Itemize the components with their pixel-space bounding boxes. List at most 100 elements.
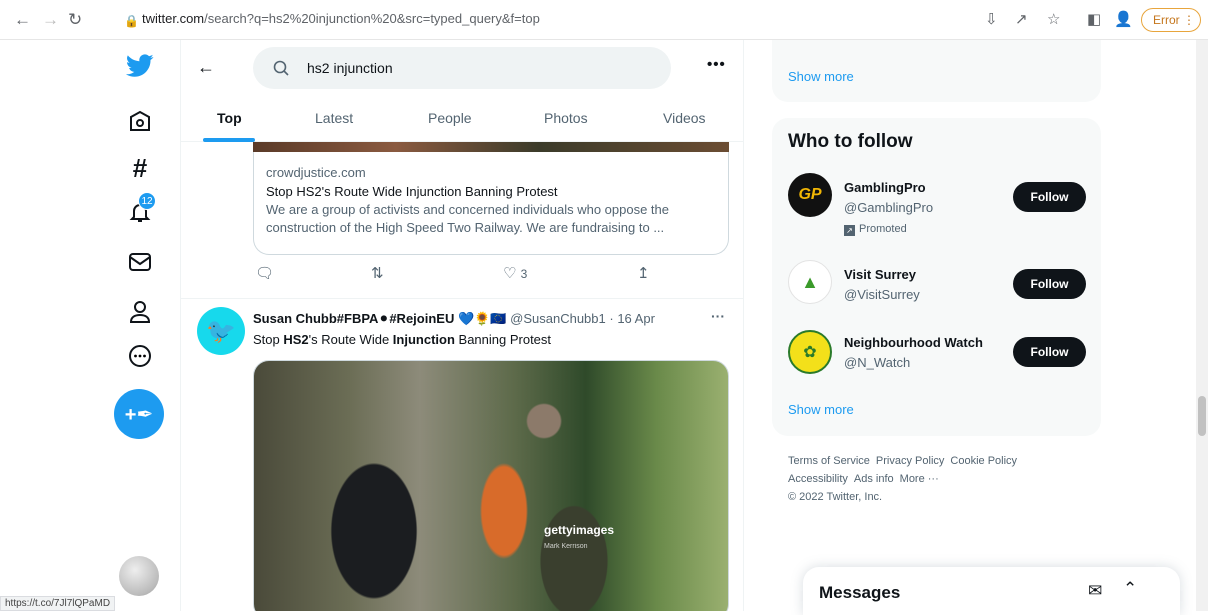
reload-icon[interactable]: ↻ xyxy=(68,10,82,30)
url-path: /search?q=hs2%20injunction%20&src=typed_… xyxy=(204,11,540,26)
divider xyxy=(181,298,743,299)
lock-icon[interactable]: 🔒 xyxy=(124,11,139,31)
card-title: Stop HS2's Route Wide Injunction Banning… xyxy=(266,184,558,199)
follow-button[interactable]: Follow xyxy=(1013,337,1086,367)
status-bar-link: https://t.co/7Jl7lQPaMD xyxy=(0,596,116,611)
account-avatar[interactable] xyxy=(119,556,159,596)
footer-link[interactable]: Cookie Policy xyxy=(950,455,1017,467)
tweet-text-highlight: HS2 xyxy=(283,332,309,347)
tweet-header: Susan Chubb#FBPA⚫#RejoinEU 💙🌻🇪🇺 @SusanCh… xyxy=(253,311,655,326)
more-circle-icon[interactable] xyxy=(122,338,158,374)
neighbourhood-watch-avatar[interactable]: ✿ xyxy=(788,330,832,374)
footer-link[interactable]: Accessibility xyxy=(788,473,848,485)
like-button[interactable]: ♡ 3 xyxy=(503,264,527,282)
heron-avatar-icon: 🐦 xyxy=(206,317,236,345)
back-arrow-icon[interactable]: ← xyxy=(197,57,215,77)
tweet-photo[interactable]: gettyimages Mark Kerrison xyxy=(253,360,729,611)
browser-toolbar: ← → ↻ 🔒 twitter.com/search?q=hs2%20injun… xyxy=(0,0,1208,40)
card-description: We are a group of activists and concerne… xyxy=(266,202,670,235)
account-name[interactable]: GamblingPro xyxy=(844,180,926,195)
feather-plus-icon: +✒ xyxy=(124,403,154,426)
search-icon xyxy=(273,60,289,76)
tab-people[interactable]: People xyxy=(428,110,472,126)
messages-drawer[interactable]: Messages ✉ ⌃ xyxy=(803,567,1180,615)
explore-icon[interactable] xyxy=(122,104,158,140)
photo-watermark: gettyimages Mark Kerrison xyxy=(544,523,614,551)
reply-icon[interactable]: 🗨 xyxy=(255,264,274,282)
trends-panel: Show more xyxy=(772,40,1101,102)
follow-button[interactable]: Follow xyxy=(1013,182,1086,212)
watermark-credit: Mark Kerrison xyxy=(544,543,588,550)
account-handle[interactable]: @N_Watch xyxy=(844,355,910,370)
account-name[interactable]: Visit Surrey xyxy=(844,267,916,282)
gamblingpro-avatar[interactable]: GP xyxy=(788,173,832,217)
account-name[interactable]: Neighbourhood Watch xyxy=(844,335,983,350)
account-handle[interactable]: @VisitSurrey xyxy=(844,287,920,302)
visitsurrey-avatar[interactable]: ▲ xyxy=(788,260,832,304)
visit-surrey-logo-icon: ▲ xyxy=(801,271,819,292)
promoted-text: Promoted xyxy=(859,223,907,235)
active-tab-indicator xyxy=(203,138,255,142)
watermark-text: gettyimages xyxy=(544,523,615,537)
install-icon[interactable]: ⇩ xyxy=(985,10,998,30)
link-card-image[interactable] xyxy=(253,142,729,152)
tweet-author-name[interactable]: Susan Chubb#FBPA⚫#RejoinEU 💙🌻🇪🇺 xyxy=(253,311,507,326)
follow-button[interactable]: Follow xyxy=(1013,269,1086,299)
messages-icon[interactable] xyxy=(122,244,158,280)
profile-nav-icon[interactable] xyxy=(122,294,158,330)
tweet-date[interactable]: 16 Apr xyxy=(617,311,655,326)
tweet-more-icon[interactable]: ··· xyxy=(711,308,725,324)
error-label: Error xyxy=(1153,13,1180,27)
retweet-icon[interactable]: ⇅ xyxy=(371,264,384,282)
scrollbar-thumb[interactable] xyxy=(1198,396,1206,436)
kebab-menu-icon: ⋮ xyxy=(1183,13,1196,27)
link-card[interactable]: crowdjustice.com Stop HS2's Route Wide I… xyxy=(253,152,729,255)
tweet-text-part: Banning Protest xyxy=(454,332,552,347)
promoted-icon: ↗ xyxy=(844,225,855,236)
footer-links: Terms of Service Privacy Policy Cookie Pol… xyxy=(788,452,1088,506)
neighbourhood-watch-logo-icon: ✿ xyxy=(803,344,817,361)
search-header: ← hs2 injunction ••• xyxy=(181,40,743,96)
messages-title: Messages xyxy=(819,583,901,602)
share-tweet-icon[interactable]: ↥ xyxy=(637,264,650,282)
bookmark-star-icon[interactable]: ☆ xyxy=(1047,10,1060,30)
hashtag-icon[interactable]: # xyxy=(122,150,158,186)
new-message-icon[interactable]: ✉ xyxy=(1088,581,1102,601)
gp-logo-icon: GP xyxy=(798,186,822,203)
address-bar[interactable]: twitter.com/search?q=hs2%20injunction%20… xyxy=(142,11,540,26)
tab-latest[interactable]: Latest xyxy=(315,110,353,126)
twitter-logo-icon[interactable] xyxy=(122,48,158,84)
footer-link[interactable]: Privacy Policy xyxy=(876,455,944,467)
notifications-icon[interactable]: 12 xyxy=(122,192,158,230)
who-to-follow-panel: Who to follow GP GamblingPro @GamblingPr… xyxy=(772,118,1101,436)
footer-link[interactable]: Ads info xyxy=(854,473,894,485)
back-icon[interactable]: ← xyxy=(14,10,31,30)
expand-chevron-icon[interactable]: ⌃ xyxy=(1123,579,1137,599)
tab-photos[interactable]: Photos xyxy=(544,110,588,126)
error-badge[interactable]: Error ⋮ xyxy=(1141,8,1201,32)
url-host: twitter.com xyxy=(142,11,205,26)
tab-videos[interactable]: Videos xyxy=(663,110,706,126)
heart-icon: ♡ xyxy=(503,265,517,282)
tab-top[interactable]: Top xyxy=(217,110,242,126)
search-results-column: crowdjustice.com Stop HS2's Route Wide I… xyxy=(180,40,744,611)
footer-link[interactable]: More ··· xyxy=(900,473,939,485)
footer-link[interactable]: Terms of Service xyxy=(788,455,870,467)
forward-icon[interactable]: → xyxy=(42,10,59,30)
who-to-follow-show-more-link[interactable]: Show more xyxy=(788,402,854,417)
tweet-author-avatar[interactable]: 🐦 xyxy=(197,307,245,355)
card-domain: crowdjustice.com xyxy=(266,165,366,180)
search-query: hs2 injunction xyxy=(307,60,393,76)
promoted-label: ↗ Promoted xyxy=(844,223,907,236)
share-icon[interactable]: ↗ xyxy=(1015,10,1028,30)
search-options-icon[interactable]: ••• xyxy=(707,56,726,73)
side-panel-icon[interactable]: ◧ xyxy=(1087,10,1101,30)
trends-show-more-link[interactable]: Show more xyxy=(788,69,854,84)
compose-tweet-button[interactable]: +✒ xyxy=(114,389,164,439)
page-scrollbar[interactable] xyxy=(1196,40,1208,611)
profile-icon[interactable]: 👤 xyxy=(1114,10,1133,30)
tweet-author-handle[interactable]: @SusanChubb1 xyxy=(510,311,606,326)
tweet-text: Stop HS2's Route Wide Injunction Banning… xyxy=(253,332,551,347)
search-input[interactable]: hs2 injunction xyxy=(253,47,671,89)
account-handle[interactable]: @GamblingPro xyxy=(844,200,933,215)
